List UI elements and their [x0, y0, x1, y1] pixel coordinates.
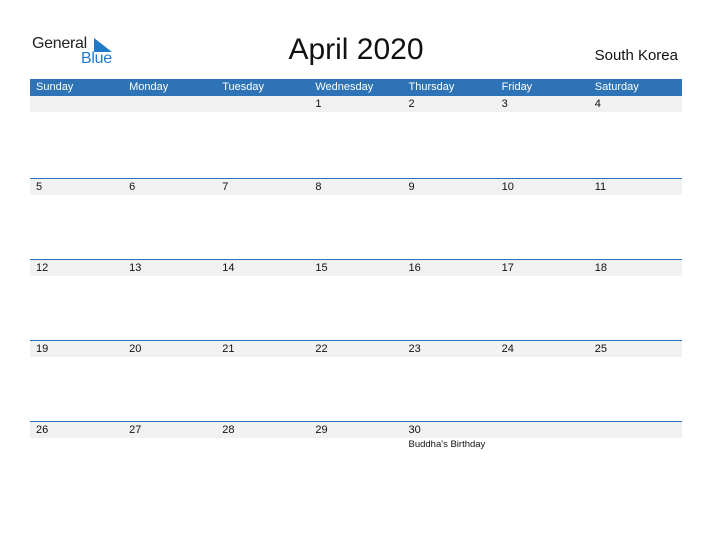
day-cell: 12	[30, 260, 123, 276]
week-band: 5 6 7 8 9 10 11	[30, 178, 682, 195]
day-number: 14	[222, 262, 235, 274]
day-number: 5	[36, 181, 43, 193]
day-cell: 28	[216, 422, 309, 438]
day-number: 21	[222, 343, 235, 355]
day-number: 10	[501, 181, 514, 193]
day-number: 23	[408, 343, 421, 355]
weekday-header: Sunday Monday Tuesday Wednesday Thursday…	[30, 79, 682, 96]
day-cell: 6	[123, 179, 216, 195]
day-number: 3	[501, 98, 508, 110]
day-number: 24	[501, 343, 514, 355]
weekday-friday: Friday	[501, 81, 533, 93]
day-number: 16	[408, 262, 421, 274]
day-cell: 1	[309, 96, 402, 112]
day-cell: 17	[496, 260, 589, 276]
day-number: 7	[222, 181, 229, 193]
day-cell: 14	[216, 260, 309, 276]
day-cell: 21	[216, 341, 309, 357]
day-number: 9	[408, 181, 415, 193]
day-cell: 9	[403, 179, 496, 195]
day-cell: 8	[309, 179, 402, 195]
day-number: 18	[594, 262, 607, 274]
day-number: 28	[222, 424, 235, 436]
day-number: 2	[408, 98, 415, 110]
day-cell: 4	[589, 96, 682, 112]
weekday-tuesday: Tuesday	[222, 81, 265, 93]
calendar-grid: Sunday Monday Tuesday Wednesday Thursday…	[30, 79, 682, 502]
week-band: 12 13 14 15 16 17 18	[30, 259, 682, 276]
day-number: 27	[129, 424, 142, 436]
day-number: 12	[36, 262, 49, 274]
day-cell: 2	[403, 96, 496, 112]
day-cell: 18	[589, 260, 682, 276]
country-label: South Korea	[594, 47, 678, 64]
day-number: 22	[315, 343, 328, 355]
day-number: 15	[315, 262, 328, 274]
day-number: 29	[315, 424, 328, 436]
week-row: 1 2 3 4	[30, 96, 682, 178]
day-number: 6	[129, 181, 136, 193]
day-number: 17	[501, 262, 514, 274]
day-cell	[496, 422, 589, 438]
week-row: 26 27 28 29 30 Buddha's Birthday	[30, 421, 682, 502]
weekday-monday: Monday	[129, 81, 169, 93]
day-cell: 29	[309, 422, 402, 438]
day-cell: 16	[403, 260, 496, 276]
day-number: 26	[36, 424, 49, 436]
holiday-label: Buddha's Birthday	[408, 439, 486, 450]
day-cell: 26	[30, 422, 123, 438]
day-number: 30	[408, 424, 421, 436]
week-row: 5 6 7 8 9 10 11	[30, 178, 682, 259]
day-cell: 19	[30, 341, 123, 357]
day-cell: 10	[496, 179, 589, 195]
weekday-wednesday: Wednesday	[315, 81, 374, 93]
day-cell: 11	[589, 179, 682, 195]
day-cell	[30, 96, 123, 112]
day-number: 25	[594, 343, 607, 355]
day-cell: 27	[123, 422, 216, 438]
day-number: 13	[129, 262, 142, 274]
day-cell: 24	[496, 341, 589, 357]
day-cell: 5	[30, 179, 123, 195]
weekday-thursday: Thursday	[408, 81, 455, 93]
day-cell	[123, 96, 216, 112]
week-band: 26 27 28 29 30 Buddha's Birthday	[30, 421, 682, 450]
day-cell: 13	[123, 260, 216, 276]
day-number: 19	[36, 343, 49, 355]
week-band: 1 2 3 4	[30, 96, 682, 112]
weekday-saturday: Saturday	[594, 81, 639, 93]
day-cell: 23	[403, 341, 496, 357]
day-cell: 7	[216, 179, 309, 195]
day-number: 8	[315, 181, 322, 193]
week-row: 12 13 14 15 16 17 18	[30, 259, 682, 340]
day-number: 1	[315, 98, 322, 110]
day-cell	[216, 96, 309, 112]
week-row: 19 20 21 22 23 24 25	[30, 340, 682, 421]
week-band: 19 20 21 22 23 24 25	[30, 340, 682, 357]
day-cell: 3	[496, 96, 589, 112]
day-cell: 30 Buddha's Birthday	[403, 422, 496, 450]
weekday-sunday: Sunday	[36, 81, 74, 93]
day-number: 11	[594, 181, 607, 193]
day-cell	[589, 422, 682, 438]
day-number: 4	[594, 98, 601, 110]
day-cell: 20	[123, 341, 216, 357]
day-number: 20	[129, 343, 142, 355]
day-cell: 22	[309, 341, 402, 357]
day-cell: 15	[309, 260, 402, 276]
day-cell: 25	[589, 341, 682, 357]
